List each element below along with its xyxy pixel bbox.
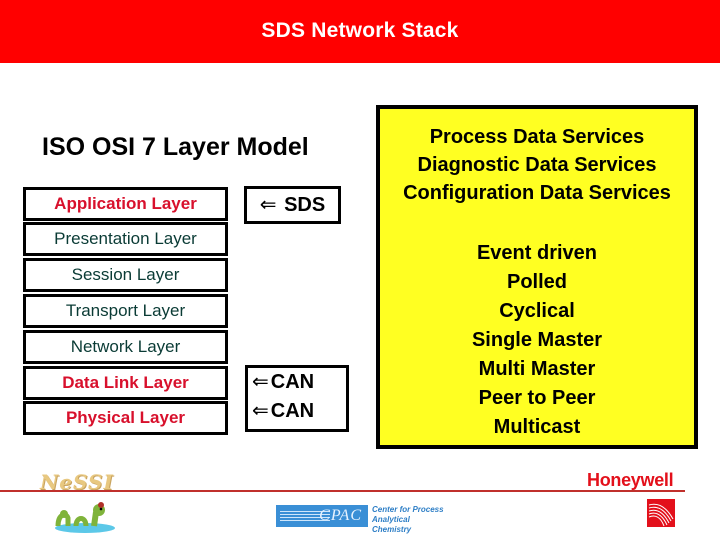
cpac-caption: Center for Process Analytical Chemistry [372,505,451,535]
sea-serpent-mascot-icon [55,502,115,533]
cpac-caption-line: Analytical Chemistry [372,515,412,534]
layer-presentation: Presentation Layer [23,222,228,256]
service-item: Configuration Data Services [403,182,671,204]
mode-item: Peer to Peer [478,387,596,409]
layer-transport: Transport Layer [23,294,228,328]
layer-application: Application Layer [23,187,228,221]
can-mapping-data-link: ⇐ CAN [252,368,346,397]
can-label: CAN [270,371,315,393]
layer-network: Network Layer [23,330,228,364]
communication-mode-list: Event driven Polled Cyclical Single Mast… [380,239,694,442]
service-list: Process Data Services Diagnostic Data Se… [380,123,694,207]
mode-item: Event driven [476,242,598,264]
cpac-caption-line: Center for Process [372,505,444,514]
mode-item: Polled [506,271,567,293]
left-double-arrow-icon: ⇐ [252,371,269,393]
left-double-arrow-icon: ⇐ [252,400,269,422]
sds-mapping-box: ⇐ SDS [244,186,341,224]
layer-session: Session Layer [23,258,228,292]
sds-label: SDS [284,194,326,216]
cpac-logo: CPAC Center for Process Analytical Chemi… [276,505,451,534]
mode-item: Single Master [471,329,603,351]
can-label: CAN [270,400,315,422]
left-double-arrow-icon: ⇐ [259,194,277,216]
can-mapping-box: ⇐ CAN ⇐ CAN [245,365,349,432]
mode-item: Cyclical [499,300,575,322]
honeywell-logo: Honeywell [587,470,674,490]
service-item: Process Data Services [429,126,645,148]
title-bar: SDS Network Stack [0,0,720,63]
mode-item: Multicast [493,416,581,438]
honeywell-emblem-icon [647,499,675,527]
osi-model-title: ISO OSI 7 Layer Model [42,133,309,161]
can-mapping-physical: ⇐ CAN [252,397,346,426]
slide-title: SDS Network Stack [261,19,459,42]
cpac-wordmark: CPAC [319,507,362,524]
layer-data-link: Data Link Layer [23,366,228,400]
service-item: Diagnostic Data Services [417,154,657,176]
cpac-emblem: CPAC [276,505,368,527]
sds-services-box: Process Data Services Diagnostic Data Se… [376,105,698,449]
footer-divider [0,490,685,492]
layer-physical: Physical Layer [23,401,228,435]
mode-item: Multi Master [478,358,596,380]
